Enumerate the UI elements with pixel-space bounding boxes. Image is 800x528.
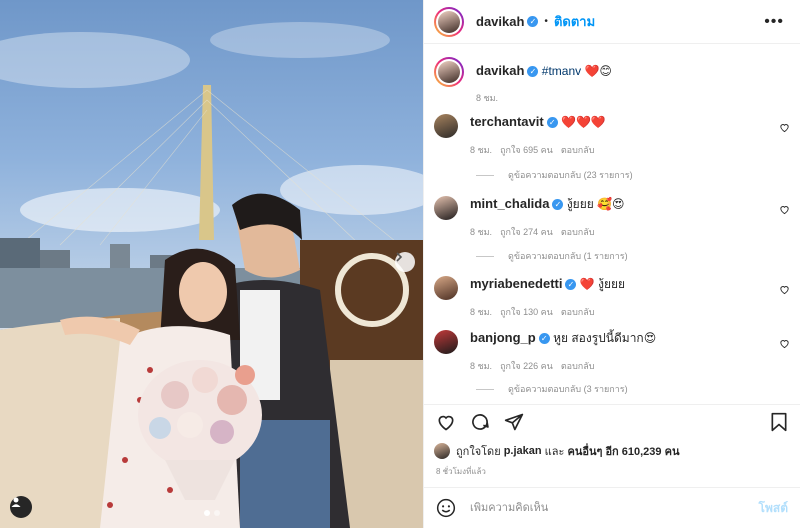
comment-username[interactable]: banjong_p <box>470 330 536 345</box>
reply-button[interactable]: ตอบกลับ <box>561 225 595 239</box>
like-comment-icon[interactable] <box>779 338 790 349</box>
comment-emoji: 😍 <box>643 331 657 345</box>
post-timestamp: 8 ชั่วโมงที่แล้ว <box>436 467 486 476</box>
verified-badge-icon: ✓ <box>552 199 564 211</box>
comment-input[interactable] <box>468 501 759 515</box>
comment-username[interactable]: myriabenedetti <box>470 276 562 291</box>
comment-likes[interactable]: ถูกใจ 695 คน <box>500 143 553 157</box>
comment-item: myriabenedetti ✓ ❤️ งู้ยยย 8 ชม. ถูกใจ 130… <box>434 276 790 319</box>
like-comment-icon[interactable] <box>779 122 790 133</box>
verified-badge-icon: ✓ <box>527 16 539 27</box>
comment-emoji: ❤️❤️❤️ <box>561 115 606 129</box>
view-replies-button[interactable]: ดูข้อความตอบกลับ (3 รายการ) <box>476 382 628 396</box>
commenter-avatar[interactable] <box>434 196 458 220</box>
comment-emoji: 🥰😍 <box>597 197 625 211</box>
comment-item: banjong_p ✓ หูย สองรูปนี้ดีมาก😍 8 ชม. ถูกใ… <box>434 330 790 373</box>
reply-button[interactable]: ตอบกลับ <box>561 359 595 373</box>
post-actions <box>424 404 800 439</box>
view-replies-button[interactable]: ดูข้อความตอบกลับ (1 รายการ) <box>476 249 628 263</box>
replies-divider <box>476 174 494 176</box>
comment-time: 8 ชม. <box>470 227 493 237</box>
commenter-avatar[interactable] <box>434 330 458 354</box>
view-replies-label: ดูข้อความตอบกลับ (1 รายการ) <box>508 251 628 261</box>
more-options-icon[interactable]: ••• <box>764 13 784 31</box>
caption-time: 8 ชม. <box>476 93 499 103</box>
emoji-smiley-icon[interactable] <box>436 498 456 518</box>
comment-username[interactable]: terchantavit <box>470 114 544 129</box>
caption-avatar[interactable] <box>434 57 464 87</box>
carousel-dot-2 <box>213 510 220 516</box>
caption: davikah ✓ #tmanv ❤️😊 8 ชม. <box>434 57 790 105</box>
share-send-icon[interactable] <box>504 412 524 432</box>
instagram-post: davikah ✓ • ติดตาม ••• davikah ✓ #tmanv ❤… <box>0 0 800 528</box>
header-separator: • <box>544 16 548 27</box>
post-header: davikah ✓ • ติดตาม ••• <box>424 0 800 44</box>
likes-conjunction: และ <box>544 446 565 458</box>
bookmark-icon[interactable] <box>770 412 788 432</box>
reply-button[interactable]: ตอบกลับ <box>561 143 595 157</box>
author-username[interactable]: davikah <box>476 14 524 29</box>
comment-item: terchantavit ✓ ❤️❤️❤️ 8 ชม. ถูกใจ 695 คน ตอ… <box>434 114 790 157</box>
follow-button[interactable]: ติดตาม <box>554 11 595 32</box>
comment-text: หูย สองรูปนี้ดีมาก <box>553 331 644 345</box>
view-replies-label: ดูข้อความตอบกลับ (3 รายการ) <box>508 384 628 394</box>
comment-text: งู้ยยย <box>566 197 594 211</box>
likes-summary: ถูกใจโดย p.jakan และ คนอื่นๆ อีก 610,239… <box>434 442 679 460</box>
comment-item: mint_chalida ✓ งู้ยยย 🥰😍 8 ชม. ถูกใจ 274 ค… <box>434 196 790 239</box>
verified-badge-icon: ✓ <box>565 279 577 291</box>
replies-divider <box>476 255 494 257</box>
user-icon <box>11 497 21 507</box>
carousel-next-button[interactable] <box>395 252 415 272</box>
like-comment-icon[interactable] <box>779 204 790 215</box>
liker-avatar[interactable] <box>434 443 450 459</box>
post-comment-button[interactable]: โพสต์ <box>759 499 788 518</box>
likes-others-link[interactable]: คนอื่นๆ อีก 610,239 คน <box>567 442 679 460</box>
avatar-image <box>438 61 460 83</box>
carousel-indicator <box>0 510 423 516</box>
avatar-image <box>438 10 460 33</box>
photo-illustration <box>0 22 423 528</box>
comment-time: 8 ชม. <box>470 145 493 155</box>
reply-button[interactable]: ตอบกลับ <box>561 305 595 319</box>
like-heart-icon[interactable] <box>436 412 456 432</box>
liker-username[interactable]: p.jakan <box>504 445 542 457</box>
comment-likes[interactable]: ถูกใจ 130 คน <box>500 305 553 319</box>
comment-text: งู้ยยย <box>598 277 626 291</box>
verified-badge-icon: ✓ <box>527 66 539 78</box>
view-replies-label: ดูข้อความตอบกลับ (23 รายการ) <box>508 170 633 180</box>
verified-badge-icon: ✓ <box>546 117 558 129</box>
commenter-avatar[interactable] <box>434 114 458 138</box>
author-avatar[interactable] <box>434 6 464 37</box>
commenter-avatar[interactable] <box>434 276 458 300</box>
caption-emoji: ❤️😊 <box>584 64 612 78</box>
comment-username[interactable]: mint_chalida <box>470 196 549 211</box>
caption-username[interactable]: davikah <box>476 63 524 78</box>
comment-likes[interactable]: ถูกใจ 274 คน <box>500 225 553 239</box>
tagged-users-button[interactable] <box>10 496 32 518</box>
carousel-dot-1 <box>203 510 210 516</box>
post-photo[interactable] <box>0 0 423 528</box>
comments-list: davikah ✓ #tmanv ❤️😊 8 ชม. terchantavit ✓ … <box>424 44 800 403</box>
replies-divider <box>476 388 494 390</box>
chevron-right-icon <box>396 252 403 262</box>
view-replies-button[interactable]: ดูข้อความตอบกลับ (23 รายการ) <box>476 168 633 182</box>
post-side-panel: davikah ✓ • ติดตาม ••• davikah ✓ #tmanv ❤… <box>423 0 800 528</box>
comment-time: 8 ชม. <box>470 361 493 371</box>
likes-prefix: ถูกใจโดย <box>456 446 501 458</box>
comment-likes[interactable]: ถูกใจ 226 คน <box>500 359 553 373</box>
comment-bubble-icon[interactable] <box>470 412 490 432</box>
comment-emoji: ❤️ <box>579 277 595 291</box>
comment-time: 8 ชม. <box>470 307 493 317</box>
verified-badge-icon: ✓ <box>538 333 550 345</box>
like-comment-icon[interactable] <box>779 284 790 295</box>
hashtag-link[interactable]: #tmanv <box>542 64 581 78</box>
add-comment-bar: โพสต์ <box>424 487 800 528</box>
